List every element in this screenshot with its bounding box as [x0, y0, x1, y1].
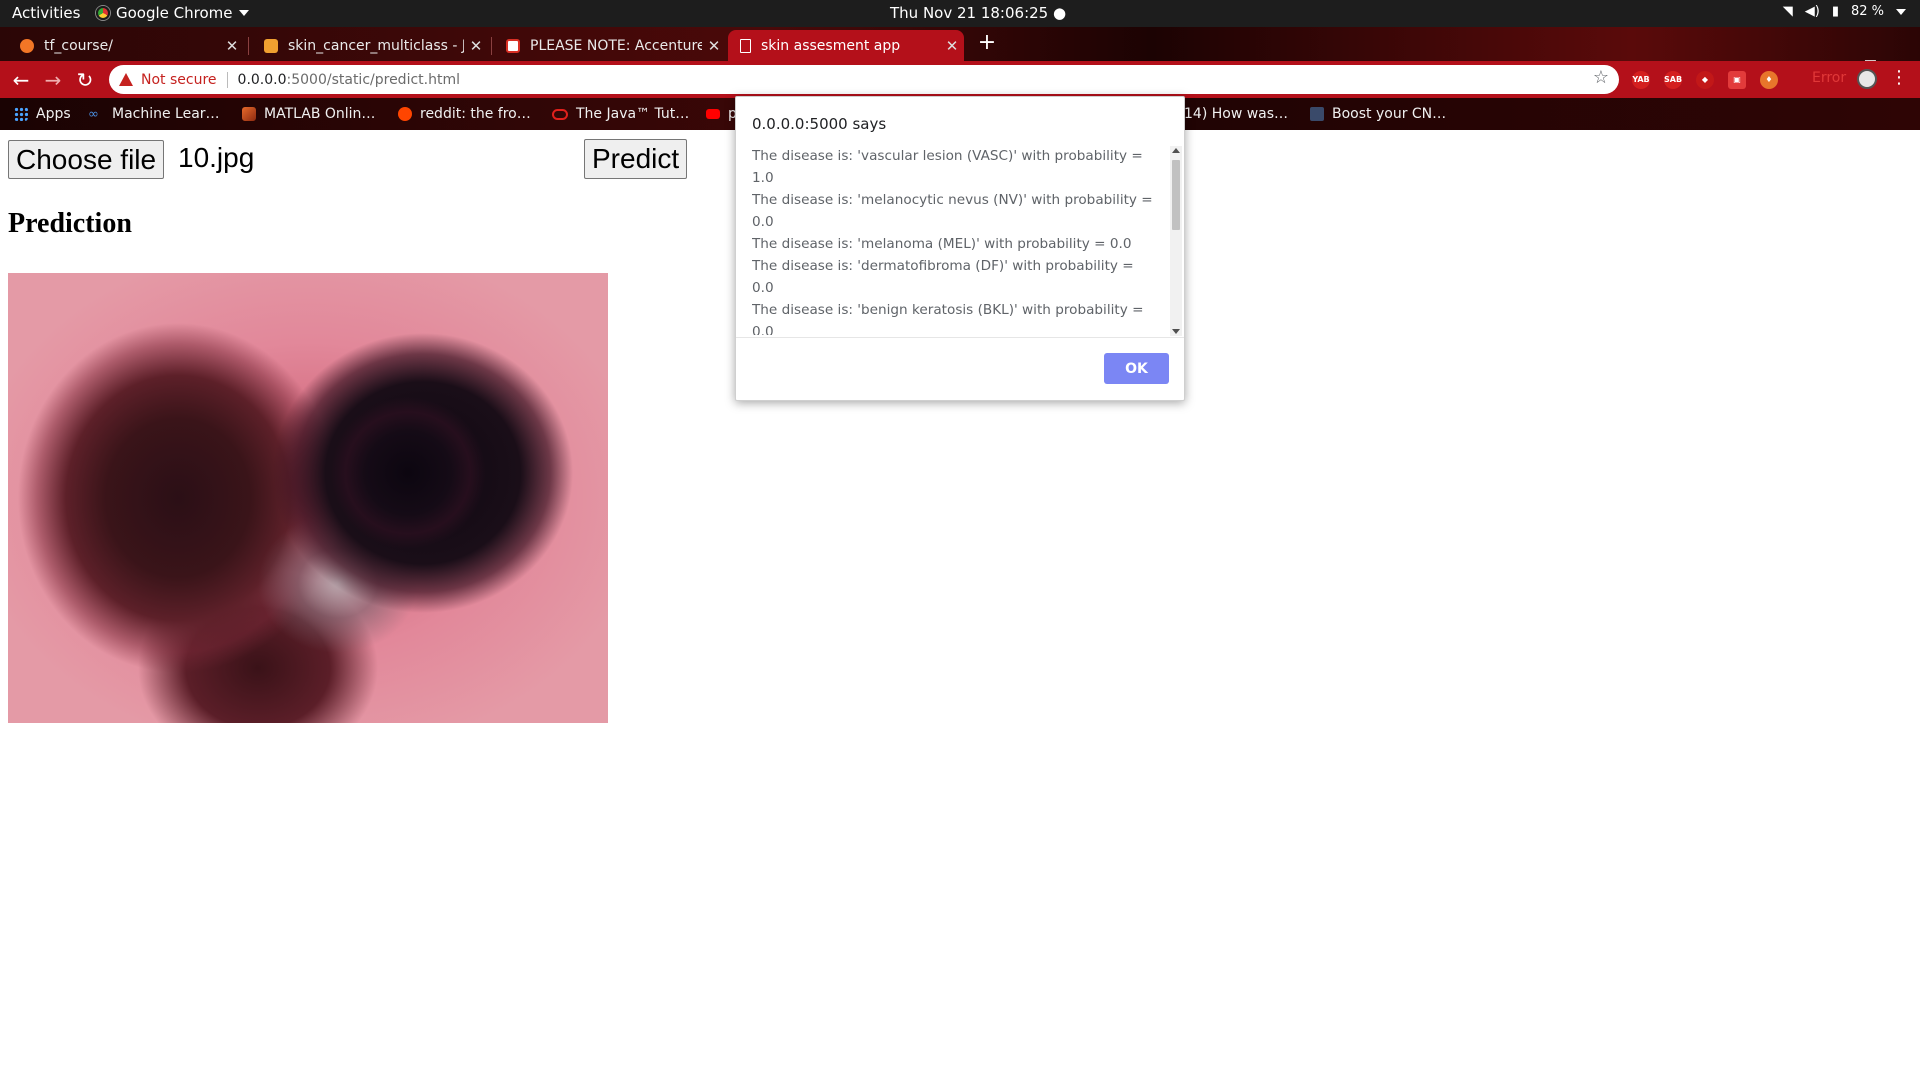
coursera-icon: ∞	[88, 107, 99, 122]
profile-error-label[interactable]: Error	[1812, 70, 1846, 86]
tab-title: PLEASE NOTE: Accenture	[530, 37, 702, 54]
forward-icon[interactable]: →	[40, 67, 66, 93]
clock[interactable]: Thu Nov 21 18:06:25 ●	[890, 4, 1066, 22]
url-path: :5000/static/predict.html	[286, 71, 460, 88]
activities-button[interactable]: Activities	[12, 4, 80, 22]
chrome-icon	[96, 6, 110, 20]
app-menu[interactable]: Google Chrome	[96, 4, 249, 22]
bookmark-matlab[interactable]: MATLAB Onlin…	[242, 106, 375, 122]
system-status-area[interactable]: ◥ ◀) ▮ 82 %	[1783, 4, 1906, 19]
dialog-scrollbar[interactable]	[1170, 146, 1182, 336]
divider	[226, 71, 228, 88]
avatar[interactable]	[1857, 69, 1877, 89]
chevron-down-icon	[1896, 8, 1906, 15]
bookmark-label: reddit: the fro…	[420, 106, 531, 122]
browser-toolbar: ← → ↻ Not secure 0.0.0.0:5000/static/pre…	[0, 61, 1920, 98]
new-tab-button[interactable]: +	[974, 30, 1000, 56]
close-icon[interactable]: ✕	[940, 37, 964, 55]
selected-file-name: 10.jpg	[178, 142, 255, 173]
apps-grid-icon	[14, 107, 28, 121]
gmail-icon	[506, 38, 520, 53]
warning-icon	[119, 73, 133, 86]
bookmark-label: 14) How was…	[1184, 106, 1289, 122]
extension-lock-icon[interactable]: ▣	[1728, 71, 1746, 89]
reddit-icon	[398, 107, 412, 121]
close-icon[interactable]: ✕	[702, 37, 726, 55]
tab-skin-cancer-notebook[interactable]: skin_cancer_multiclass - J ✕	[252, 30, 488, 61]
battery-icon: ▮	[1831, 4, 1839, 19]
tab-strip: tf_course/ ✕ skin_cancer_multiclass - J …	[0, 27, 1920, 76]
tab-separator	[248, 37, 249, 55]
extension-yab-icon[interactable]: YAB	[1632, 71, 1650, 89]
bookmark-java-tutorials[interactable]: The Java™ Tut…	[552, 106, 689, 122]
prediction-line: The disease is: 'dermatofibroma (DF)' wi…	[752, 258, 1134, 296]
skin-lesion-image	[8, 273, 608, 723]
bookmark-star-icon[interactable]: ☆	[1593, 67, 1609, 88]
volume-icon: ◀)	[1804, 4, 1820, 19]
close-icon[interactable]: ✕	[220, 37, 244, 55]
dialog-message: The disease is: 'vascular lesion (VASC)'…	[752, 145, 1154, 335]
bookmark-page-icon	[1310, 107, 1324, 121]
bookmark-reddit[interactable]: reddit: the fro…	[398, 106, 531, 122]
tab-skin-assesment-app[interactable]: skin assesment app ✕	[728, 30, 964, 61]
bookmark-label: The Java™ Tut…	[576, 106, 690, 122]
security-indicator[interactable]: Not secure	[141, 72, 217, 88]
close-icon[interactable]: ✕	[464, 37, 488, 55]
extension-sab-icon[interactable]: SAB	[1664, 71, 1682, 89]
system-top-bar: Activities Google Chrome Thu Nov 21 18:0…	[0, 0, 1920, 27]
bookmark-youtube[interactable]: p	[706, 106, 737, 122]
scroll-up-icon[interactable]	[1172, 148, 1180, 153]
back-icon[interactable]: ←	[8, 67, 34, 93]
prediction-line: The disease is: 'melanoma (MEL)' with pr…	[752, 236, 1132, 252]
bookmark-label: Apps	[36, 106, 71, 122]
page-icon	[740, 38, 751, 53]
bookmark-boost-cnn[interactable]: Boost your CN…	[1310, 106, 1446, 122]
matlab-icon	[242, 107, 256, 121]
notebook-icon	[264, 38, 278, 53]
tab-gmail[interactable]: PLEASE NOTE: Accenture ✕	[494, 30, 726, 61]
alert-dialog: 0.0.0.0:5000 says The disease is: 'vascu…	[735, 96, 1185, 401]
tab-separator	[491, 37, 492, 55]
choose-file-button[interactable]: Choose file	[8, 140, 165, 179]
tab-tf-course[interactable]: tf_course/ ✕	[8, 30, 244, 61]
dialog-title: 0.0.0.0:5000 says	[752, 115, 887, 133]
reload-icon[interactable]: ↻	[72, 67, 98, 93]
chevron-down-icon	[238, 10, 249, 16]
address-bar[interactable]: Not secure 0.0.0.0:5000/static/predict.h…	[109, 65, 1619, 94]
prediction-heading: Prediction	[8, 208, 132, 239]
predict-button[interactable]: Predict	[584, 139, 688, 179]
bookmark-how-was[interactable]: 14) How was…	[1184, 106, 1288, 122]
bookmark-label: MATLAB Onlin…	[264, 106, 376, 122]
dialog-divider	[736, 337, 1184, 338]
tab-title: skin_cancer_multiclass - J	[288, 37, 464, 54]
prediction-line: The disease is: 'vascular lesion (VASC)'…	[752, 148, 1143, 186]
prediction-line: The disease is: 'benign keratosis (BKL)'…	[752, 302, 1144, 335]
wifi-icon: ◥	[1782, 4, 1793, 19]
youtube-icon	[706, 109, 720, 119]
url-host: 0.0.0.0	[237, 71, 287, 88]
extension-flame-icon[interactable]: ♦	[1760, 71, 1778, 89]
extension-shield-icon[interactable]: ◆	[1696, 71, 1714, 89]
jupyter-icon	[20, 38, 34, 53]
bookmark-apps[interactable]: Apps	[14, 106, 71, 122]
scrollbar-thumb[interactable]	[1172, 160, 1180, 230]
more-menu-icon[interactable]: ⋮	[1890, 67, 1908, 88]
bookmark-machine-learning[interactable]: ∞ Machine Lear…	[88, 106, 220, 122]
scroll-down-icon[interactable]	[1172, 329, 1180, 334]
bookmark-label: Machine Lear…	[112, 106, 220, 122]
tab-title: tf_course/	[44, 37, 113, 54]
battery-percent: 82 %	[1850, 4, 1884, 19]
prediction-line: The disease is: 'melanocytic nevus (NV)'…	[752, 192, 1153, 230]
bookmark-label: Boost your CN…	[1332, 106, 1447, 122]
ok-button[interactable]: OK	[1104, 353, 1169, 384]
oracle-icon	[552, 108, 568, 120]
tab-title: skin assesment app	[761, 37, 901, 54]
app-menu-label: Google Chrome	[116, 4, 233, 22]
